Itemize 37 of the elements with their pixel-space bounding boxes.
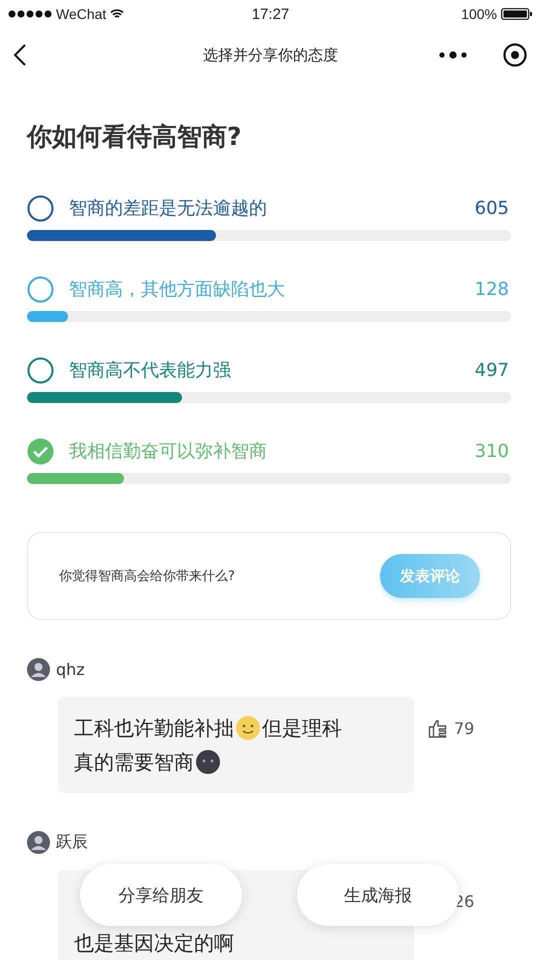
avatar [27, 658, 50, 681]
vote-count: 310 [474, 440, 509, 462]
option-label[interactable]: 智商高不代表能力强 [69, 358, 231, 382]
radio-icon[interactable] [27, 356, 54, 384]
page-title: 选择并分享你的态度 [203, 46, 338, 64]
radio-icon[interactable] [27, 276, 54, 302]
option-label[interactable]: 我相信勤奋可以弥补智商 [69, 439, 267, 463]
comment-text: 工科也许勤能补拙 [74, 715, 234, 742]
option-label[interactable]: 智商的差距是无法逾越的 [69, 196, 267, 220]
thumbs-up-icon[interactable] [428, 720, 448, 738]
back-icon[interactable] [14, 44, 26, 66]
comment-text: 也是基因决定的啊 [74, 930, 234, 957]
avatar [27, 831, 50, 854]
action-button[interactable]: 分享给朋友 [80, 864, 242, 926]
option-label[interactable]: 智商高，其他方面缺陷也大 [69, 277, 285, 301]
user-name: 跃辰 [56, 832, 88, 853]
comment-text: 但是理科 [262, 715, 342, 742]
like-count: 79 [454, 719, 474, 738]
vote-count: 605 [474, 198, 509, 218]
checked-radio-icon[interactable] [27, 438, 54, 464]
vote-count: 128 [474, 278, 509, 300]
close-icon[interactable] [503, 43, 527, 67]
more-icon[interactable] [439, 51, 467, 59]
clock-text: 17:27 [252, 6, 290, 22]
user-name: qhz [56, 660, 85, 679]
vote-count: 497 [474, 360, 509, 380]
dark-moon-emoji-icon [195, 749, 221, 775]
radio-icon[interactable] [27, 194, 54, 222]
wifi-icon [110, 9, 124, 19]
signal-icon [8, 10, 52, 18]
battery-text: 100% [461, 6, 497, 22]
smile-emoji-icon [235, 715, 261, 741]
battery-icon [500, 8, 533, 20]
question-title: 你如何看待高智商? [25, 121, 243, 153]
comment-prompt: 你觉得智商高会给你带来什么? [59, 568, 235, 585]
comment-text: 真的需要智商 [74, 749, 194, 776]
carrier-text: WeChat [56, 6, 106, 22]
